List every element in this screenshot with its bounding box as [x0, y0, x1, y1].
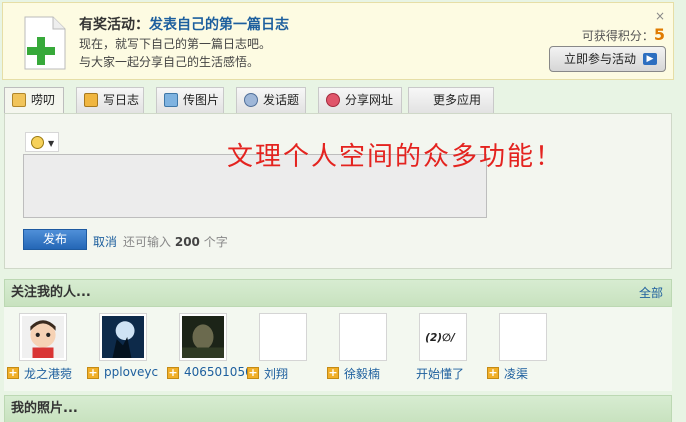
- add-friend-icon[interactable]: +: [327, 367, 339, 379]
- follower-item: (2)∅/ 开始懂了: [404, 313, 484, 387]
- speech-icon: [12, 93, 26, 107]
- avatar[interactable]: [99, 313, 147, 361]
- tab-topic[interactable]: 发话题: [236, 87, 306, 113]
- cartoon-avatar-icon: [22, 316, 64, 358]
- photo-avatar-icon: [182, 316, 224, 358]
- emoji-picker-button[interactable]: ▼: [25, 132, 59, 152]
- follower-item: + 龙之港菀: [4, 313, 84, 387]
- promo-title: 有奖活动：发表自己的第一篇日志: [79, 14, 289, 34]
- compose-tabs: 唠叨 写日志 传图片 发话题 分享网址 更多应用: [2, 87, 684, 115]
- join-activity-label: 立即参与活动: [564, 52, 637, 66]
- heart-icon: [326, 93, 340, 107]
- tab-chatter[interactable]: 唠叨: [4, 87, 64, 115]
- promo-line-2: 与大家一起分享自己的生活感悟。: [79, 55, 260, 69]
- smiley-icon: [31, 136, 44, 149]
- promo-link[interactable]: 发表自己的第一篇日志: [149, 17, 289, 33]
- user-topic-icon: [244, 93, 258, 107]
- tab-share-url[interactable]: 分享网址: [318, 87, 402, 113]
- new-document-icon: [24, 16, 66, 70]
- tab-photo[interactable]: 传图片: [156, 87, 224, 113]
- notebook-icon: [84, 93, 98, 107]
- points-value: 5: [653, 25, 665, 44]
- tab-label: 唠叨: [31, 93, 56, 107]
- promo-banner: 有奖活动：发表自己的第一篇日志 现在，就写下自己的第一篇日志吧。 与大家一起分享…: [2, 2, 674, 80]
- remaining-suffix: 个字: [203, 235, 228, 249]
- tab-label: 传图片: [183, 93, 220, 107]
- remaining-prefix: 还可输入: [123, 235, 172, 249]
- follower-name[interactable]: pploveyc: [104, 365, 158, 379]
- moon-avatar-icon: [102, 316, 144, 358]
- follower-name[interactable]: 406501050: [184, 365, 253, 379]
- remaining-count: 200: [174, 235, 200, 249]
- chevron-down-icon: ▼: [48, 139, 55, 148]
- promo-line-1: 现在，就写下自己的第一篇日志吧。: [79, 37, 272, 51]
- tab-blog[interactable]: 写日志: [76, 87, 144, 113]
- avatar[interactable]: [499, 313, 547, 361]
- follower-name[interactable]: 龙之港菀: [24, 365, 72, 382]
- add-friend-icon[interactable]: +: [167, 367, 179, 379]
- points-label: 可获得积分：: [581, 29, 654, 43]
- avatar[interactable]: (2)∅/: [419, 313, 467, 361]
- join-activity-button[interactable]: 立即参与活动 ▶: [549, 46, 666, 72]
- promo-label: 有奖活动：: [79, 17, 149, 33]
- avatar[interactable]: [19, 313, 67, 361]
- avatar[interactable]: [179, 313, 227, 361]
- close-icon[interactable]: ×: [655, 9, 665, 23]
- follower-item: + 凌渠: [484, 313, 564, 387]
- overlay-caption: 文理个人空间的众多功能！: [227, 142, 564, 172]
- logo-avatar-icon: (2)∅/: [422, 316, 464, 358]
- remaining-chars: 还可输入 200 个字: [123, 233, 228, 250]
- followers-title: 关注我的人...: [11, 285, 91, 300]
- follower-name[interactable]: 刘翔: [264, 365, 288, 382]
- picture-icon: [164, 93, 178, 107]
- photos-header: 我的照片...: [4, 395, 672, 422]
- followers-header: 关注我的人... 全部: [4, 279, 672, 307]
- follower-name[interactable]: 徐毅楠: [344, 365, 380, 382]
- publish-button[interactable]: 发布: [23, 229, 87, 250]
- add-friend-icon[interactable]: +: [487, 367, 499, 379]
- follower-item: + pploveyc: [84, 313, 164, 387]
- cancel-link[interactable]: 取消: [93, 233, 117, 250]
- avatar[interactable]: [339, 313, 387, 361]
- follower-name[interactable]: 凌渠: [504, 365, 528, 382]
- tab-label: 写日志: [103, 93, 140, 107]
- follower-name[interactable]: 开始懂了: [416, 365, 464, 382]
- svg-text:(2)∅/: (2)∅/: [425, 332, 456, 344]
- followers-list: + 龙之港菀 + pploveyc + 406501050 + 刘翔 + 徐毅楠…: [4, 307, 672, 391]
- add-friend-icon[interactable]: +: [247, 367, 259, 379]
- follower-item: + 刘翔: [244, 313, 324, 387]
- compose-panel: ▼ 文理个人空间的众多功能！ 发布 取消 还可输入 200 个字: [4, 113, 672, 269]
- add-friend-icon[interactable]: +: [87, 367, 99, 379]
- points-reward: 可获得积分：5: [582, 25, 665, 44]
- tab-label: 发话题: [263, 93, 300, 107]
- follower-item: + 徐毅楠: [324, 313, 404, 387]
- view-all-link[interactable]: 全部: [639, 280, 663, 306]
- follower-item: + 406501050: [164, 313, 253, 387]
- photos-title: 我的照片...: [11, 401, 78, 416]
- tab-label: 分享网址: [345, 93, 394, 107]
- add-friend-icon[interactable]: +: [7, 367, 19, 379]
- tab-more-apps[interactable]: 更多应用: [408, 87, 494, 113]
- arrow-right-icon: ▶: [643, 53, 657, 65]
- avatar[interactable]: [259, 313, 307, 361]
- tab-label: 更多应用: [433, 93, 482, 107]
